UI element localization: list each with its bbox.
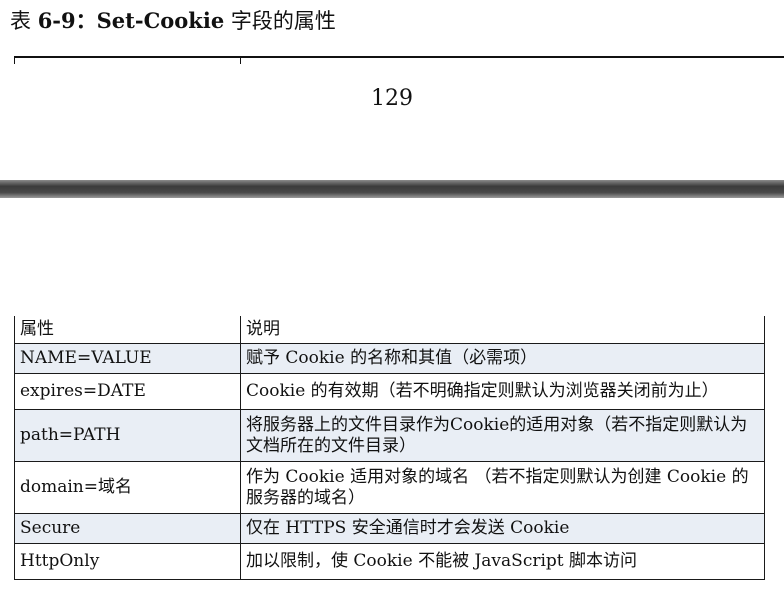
header-description: 说明 [240, 316, 765, 344]
table-caption: 表 6-9：Set-Cookie 字段的属性 [10, 6, 336, 36]
caption-prefix: 表 [10, 9, 38, 33]
table-row: NAME=VALUE 赋予 Cookie 的名称和其值（必需项） [14, 343, 765, 374]
cookie-attributes-table: 属性 说明 NAME=VALUE 赋予 Cookie 的名称和其值（必需项） exp… [14, 316, 765, 580]
header-attribute: 属性 [14, 316, 241, 344]
attribute-cell: HttpOnly [14, 543, 241, 580]
caption-colon: ： [75, 8, 97, 33]
table-row: HttpOnly 加以限制，使 Cookie 不能被 JavaScript 脚本访… [14, 543, 765, 580]
table-row: expires=DATE Cookie 的有效期（若不明确指定则默认为浏览器关闭前… [14, 373, 765, 410]
table-top-tick-left [14, 56, 15, 64]
table-top-rule [14, 56, 784, 58]
table-row: domain=域名 作为 Cookie 适用对象的域名 （若不指定则默认为创建 C… [14, 461, 765, 514]
description-cell: Cookie 的有效期（若不明确指定则默认为浏览器关闭前为止） [240, 373, 765, 410]
description-cell: 将服务器上的文件目录作为Cookie的适用对象（若不指定则默认为文档所在的文件目… [240, 409, 765, 462]
table-row: Secure 仅在 HTTPS 安全通信时才会发送 Cookie [14, 513, 765, 544]
attribute-cell: expires=DATE [14, 373, 241, 410]
description-cell: 加以限制，使 Cookie 不能被 JavaScript 脚本访问 [240, 543, 765, 580]
attribute-cell: path=PATH [14, 409, 241, 462]
attribute-cell: Secure [14, 513, 241, 544]
table-header-row: 属性 说明 [14, 316, 765, 344]
page-divider [0, 180, 784, 198]
page-number: 129 [371, 86, 413, 111]
attribute-cell: NAME=VALUE [14, 343, 241, 374]
description-cell: 作为 Cookie 适用对象的域名 （若不指定则默认为创建 Cookie 的服务… [240, 461, 765, 514]
table-row: path=PATH 将服务器上的文件目录作为Cookie的适用对象（若不指定则默认… [14, 409, 765, 462]
attribute-cell: domain=域名 [14, 461, 241, 514]
table-top-tick-mid [240, 56, 241, 64]
caption-suffix: 字段的属性 [224, 9, 336, 33]
caption-name: Set-Cookie [96, 8, 225, 33]
description-cell: 赋予 Cookie 的名称和其值（必需项） [240, 343, 765, 374]
description-cell: 仅在 HTTPS 安全通信时才会发送 Cookie [240, 513, 765, 544]
table-body: 属性 说明 NAME=VALUE 赋予 Cookie 的名称和其值（必需项） exp… [14, 316, 765, 580]
caption-number: 6-9 [37, 8, 76, 33]
